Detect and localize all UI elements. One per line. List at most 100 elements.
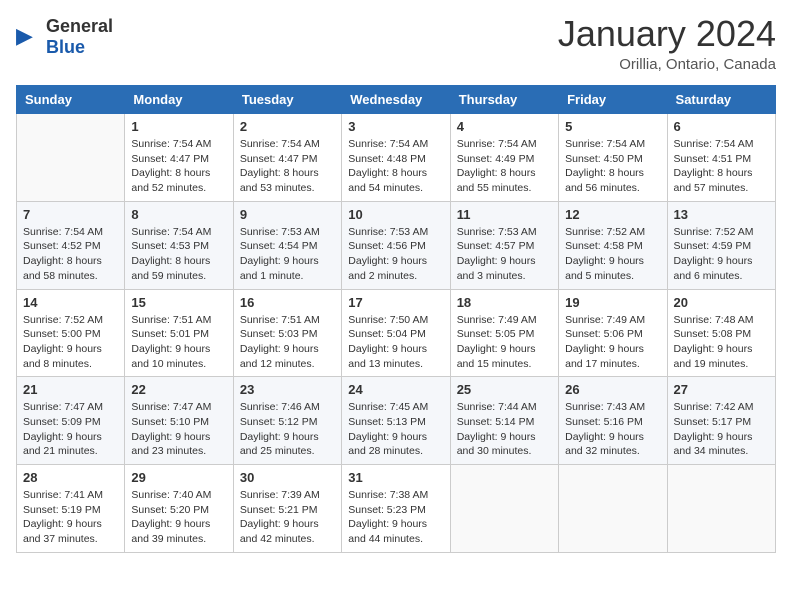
day-number: 20 xyxy=(674,295,769,310)
calendar-cell: 12 Sunrise: 7:52 AM Sunset: 4:58 PM Dayli… xyxy=(559,201,667,289)
calendar-cell: 28 Sunrise: 7:41 AM Sunset: 5:19 PM Dayli… xyxy=(17,465,125,553)
day-number: 8 xyxy=(131,207,226,222)
day-number: 16 xyxy=(240,295,335,310)
day-number: 15 xyxy=(131,295,226,310)
title-block: January 2024 Orillia, Ontario, Canada xyxy=(558,16,776,73)
day-number: 9 xyxy=(240,207,335,222)
calendar-cell: 21 Sunrise: 7:47 AM Sunset: 5:09 PM Dayli… xyxy=(17,377,125,465)
day-number: 19 xyxy=(565,295,660,310)
day-info: Sunrise: 7:52 AM Sunset: 4:58 PM Dayligh… xyxy=(565,225,660,284)
calendar-cell: 26Sunrise: 7:43 AM Sunset: 5:16 PM Dayli… xyxy=(559,377,667,465)
day-number: 2 xyxy=(240,119,335,134)
day-number: 14 xyxy=(23,295,118,310)
day-info: Sunrise: 7:54 AM Sunset: 4:47 PM Dayligh… xyxy=(131,137,226,196)
calendar-cell: 31 Sunrise: 7:38 AM Sunset: 5:23 PM Dayli… xyxy=(342,465,450,553)
calendar-cell: 11 Sunrise: 7:53 AM Sunset: 4:57 PM Dayli… xyxy=(450,201,558,289)
logo-icon: ▶ xyxy=(16,23,44,51)
day-number: 7 xyxy=(23,207,118,222)
day-info: Sunrise: 7:45 AM Sunset: 5:13 PM Dayligh… xyxy=(348,400,443,459)
calendar-cell: 3Sunrise: 7:54 AM Sunset: 4:48 PM Daylig… xyxy=(342,114,450,202)
day-info: Sunrise: 7:42 AM Sunset: 5:17 PM Dayligh… xyxy=(674,400,769,459)
day-info: Sunrise: 7:48 AM Sunset: 5:08 PM Dayligh… xyxy=(674,313,769,372)
day-number: 12 xyxy=(565,207,660,222)
calendar-cell: 20 Sunrise: 7:48 AM Sunset: 5:08 PM Dayli… xyxy=(667,289,775,377)
col-header-saturday: Saturday xyxy=(667,86,775,114)
col-header-sunday: Sunday xyxy=(17,86,125,114)
calendar-cell: 18 Sunrise: 7:49 AM Sunset: 5:05 PM Dayli… xyxy=(450,289,558,377)
day-info: Sunrise: 7:49 AM Sunset: 5:06 PM Dayligh… xyxy=(565,313,660,372)
day-number: 11 xyxy=(457,207,552,222)
day-number: 30 xyxy=(240,470,335,485)
calendar-cell: 7 Sunrise: 7:54 AM Sunset: 4:52 PM Daylig… xyxy=(17,201,125,289)
day-info: Sunrise: 7:51 AM Sunset: 5:03 PM Dayligh… xyxy=(240,313,335,372)
day-number: 3 xyxy=(348,119,443,134)
calendar-cell: 27 Sunrise: 7:42 AM Sunset: 5:17 PM Dayli… xyxy=(667,377,775,465)
calendar-cell: 4Sunrise: 7:54 AM Sunset: 4:49 PM Daylig… xyxy=(450,114,558,202)
day-info: Sunrise: 7:47 AM Sunset: 5:10 PM Dayligh… xyxy=(131,400,226,459)
day-info: Sunrise: 7:50 AM Sunset: 5:04 PM Dayligh… xyxy=(348,313,443,372)
day-info: Sunrise: 7:51 AM Sunset: 5:01 PM Dayligh… xyxy=(131,313,226,372)
calendar-cell xyxy=(559,465,667,553)
day-info: Sunrise: 7:46 AM Sunset: 5:12 PM Dayligh… xyxy=(240,400,335,459)
day-info: Sunrise: 7:53 AM Sunset: 4:57 PM Dayligh… xyxy=(457,225,552,284)
day-info: Sunrise: 7:38 AM Sunset: 5:23 PM Dayligh… xyxy=(348,488,443,547)
calendar-cell: 16 Sunrise: 7:51 AM Sunset: 5:03 PM Dayli… xyxy=(233,289,341,377)
day-number: 25 xyxy=(457,382,552,397)
col-header-wednesday: Wednesday xyxy=(342,86,450,114)
day-number: 26 xyxy=(565,382,660,397)
day-number: 31 xyxy=(348,470,443,485)
day-number: 22 xyxy=(131,382,226,397)
day-number: 6 xyxy=(674,119,769,134)
logo-general: General xyxy=(46,16,113,36)
calendar-cell: 5Sunrise: 7:54 AM Sunset: 4:50 PM Daylig… xyxy=(559,114,667,202)
calendar-cell: 25 Sunrise: 7:44 AM Sunset: 5:14 PM Dayli… xyxy=(450,377,558,465)
calendar-cell: 22 Sunrise: 7:47 AM Sunset: 5:10 PM Dayli… xyxy=(125,377,233,465)
day-number: 13 xyxy=(674,207,769,222)
day-info: Sunrise: 7:49 AM Sunset: 5:05 PM Dayligh… xyxy=(457,313,552,372)
calendar-cell: 14Sunrise: 7:52 AM Sunset: 5:00 PM Dayli… xyxy=(17,289,125,377)
day-info: Sunrise: 7:44 AM Sunset: 5:14 PM Dayligh… xyxy=(457,400,552,459)
day-number: 10 xyxy=(348,207,443,222)
day-info: Sunrise: 7:54 AM Sunset: 4:50 PM Dayligh… xyxy=(565,137,660,196)
calendar-cell: 1 Sunrise: 7:54 AM Sunset: 4:47 PM Daylig… xyxy=(125,114,233,202)
day-info: Sunrise: 7:53 AM Sunset: 4:54 PM Dayligh… xyxy=(240,225,335,284)
col-header-tuesday: Tuesday xyxy=(233,86,341,114)
day-info: Sunrise: 7:47 AM Sunset: 5:09 PM Dayligh… xyxy=(23,400,118,459)
day-number: 28 xyxy=(23,470,118,485)
calendar-cell xyxy=(667,465,775,553)
day-info: Sunrise: 7:54 AM Sunset: 4:47 PM Dayligh… xyxy=(240,137,335,196)
day-number: 21 xyxy=(23,382,118,397)
svg-text:▶: ▶ xyxy=(16,23,33,48)
logo-blue: Blue xyxy=(46,37,85,57)
calendar-cell: 24 Sunrise: 7:45 AM Sunset: 5:13 PM Dayli… xyxy=(342,377,450,465)
calendar-table: SundayMondayTuesdayWednesdayThursdayFrid… xyxy=(16,85,776,553)
day-number: 18 xyxy=(457,295,552,310)
day-number: 24 xyxy=(348,382,443,397)
calendar-cell: 29Sunrise: 7:40 AM Sunset: 5:20 PM Dayli… xyxy=(125,465,233,553)
day-info: Sunrise: 7:52 AM Sunset: 4:59 PM Dayligh… xyxy=(674,225,769,284)
col-header-friday: Friday xyxy=(559,86,667,114)
day-number: 1 xyxy=(131,119,226,134)
location-title: Orillia, Ontario, Canada xyxy=(558,56,776,73)
day-info: Sunrise: 7:54 AM Sunset: 4:51 PM Dayligh… xyxy=(674,137,769,196)
day-info: Sunrise: 7:54 AM Sunset: 4:52 PM Dayligh… xyxy=(23,225,118,284)
day-info: Sunrise: 7:41 AM Sunset: 5:19 PM Dayligh… xyxy=(23,488,118,547)
page-header: ▶ General Blue January 2024 Orillia, Ont… xyxy=(16,16,776,73)
calendar-cell: 8 Sunrise: 7:54 AM Sunset: 4:53 PM Daylig… xyxy=(125,201,233,289)
calendar-cell: 19 Sunrise: 7:49 AM Sunset: 5:06 PM Dayli… xyxy=(559,289,667,377)
calendar-cell: 30 Sunrise: 7:39 AM Sunset: 5:21 PM Dayli… xyxy=(233,465,341,553)
calendar-cell: 10Sunrise: 7:53 AM Sunset: 4:56 PM Dayli… xyxy=(342,201,450,289)
calendar-cell: 13 Sunrise: 7:52 AM Sunset: 4:59 PM Dayli… xyxy=(667,201,775,289)
day-number: 27 xyxy=(674,382,769,397)
day-info: Sunrise: 7:54 AM Sunset: 4:49 PM Dayligh… xyxy=(457,137,552,196)
day-number: 29 xyxy=(131,470,226,485)
col-header-monday: Monday xyxy=(125,86,233,114)
calendar-cell: 6 Sunrise: 7:54 AM Sunset: 4:51 PM Daylig… xyxy=(667,114,775,202)
day-info: Sunrise: 7:54 AM Sunset: 4:53 PM Dayligh… xyxy=(131,225,226,284)
calendar-cell: 17Sunrise: 7:50 AM Sunset: 5:04 PM Dayli… xyxy=(342,289,450,377)
logo: ▶ General Blue xyxy=(16,16,113,58)
calendar-cell: 2 Sunrise: 7:54 AM Sunset: 4:47 PM Daylig… xyxy=(233,114,341,202)
calendar-cell: 23Sunrise: 7:46 AM Sunset: 5:12 PM Dayli… xyxy=(233,377,341,465)
month-title: January 2024 xyxy=(558,16,776,52)
day-info: Sunrise: 7:39 AM Sunset: 5:21 PM Dayligh… xyxy=(240,488,335,547)
